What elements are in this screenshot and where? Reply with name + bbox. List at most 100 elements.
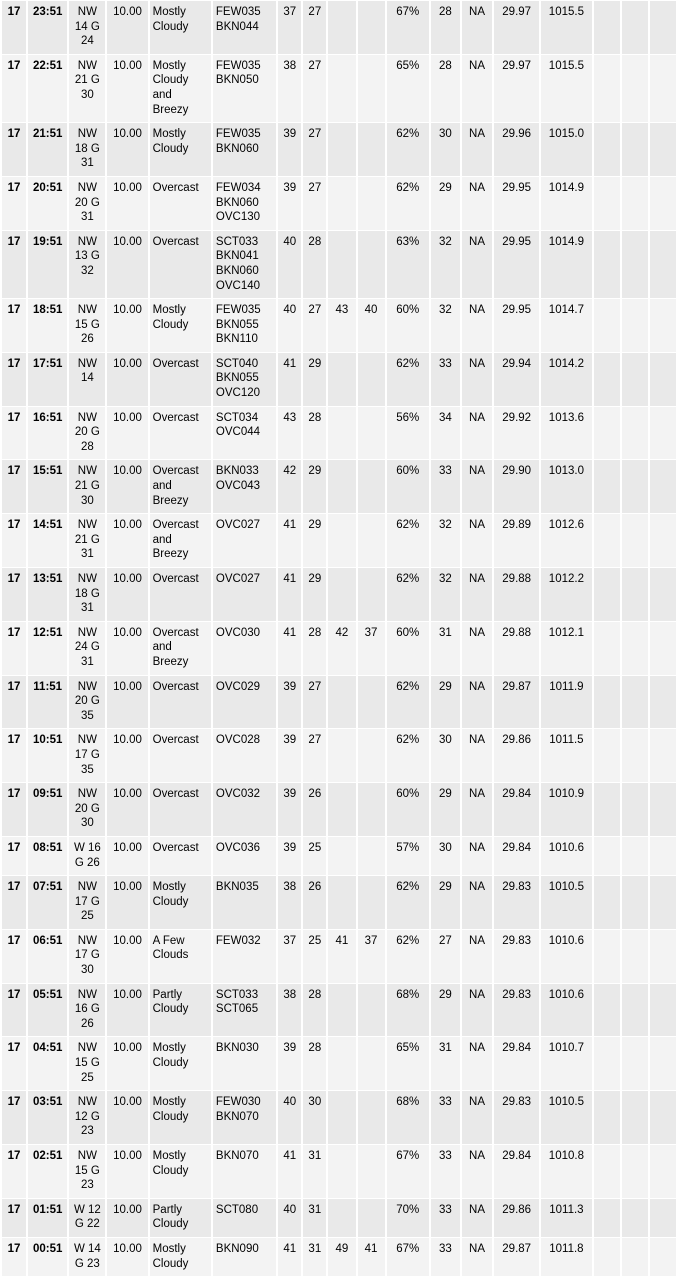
cell-wind: W 14 G 23 bbox=[69, 1237, 106, 1277]
cell-precip-6hr bbox=[649, 123, 676, 176]
cell-dewpoint: 27 bbox=[303, 675, 327, 729]
cell-visibility: 10.00 bbox=[107, 621, 148, 675]
cell-min-temp bbox=[357, 568, 385, 621]
cell-date: 17 bbox=[2, 783, 27, 836]
cell-weather: Mostly Cloudy and Breezy bbox=[149, 54, 211, 123]
cell-wind: NW 17 G 25 bbox=[69, 876, 106, 929]
cell-dewpoint: 27 bbox=[303, 176, 327, 230]
cell-date: 17 bbox=[2, 406, 27, 460]
table-row: 17 09:51 NW 20 G 30 10.00 Overcast OVC032 39 26… bbox=[2, 783, 676, 836]
cell-dewpoint: 28 bbox=[303, 406, 327, 460]
cell-heat-index: NA bbox=[461, 1237, 493, 1277]
cell-wind: NW 17 G 35 bbox=[69, 729, 106, 783]
cell-sky-condition: FEW035 BKN044 bbox=[212, 1, 277, 54]
cell-precip-3hr bbox=[621, 621, 648, 675]
cell-visibility: 10.00 bbox=[107, 1091, 148, 1144]
cell-precip-1hr bbox=[593, 514, 620, 567]
cell-relative-humidity: 62% bbox=[386, 176, 429, 230]
cell-wind: NW 21 G 31 bbox=[69, 514, 106, 567]
cell-altimeter: 29.84 bbox=[494, 783, 540, 836]
cell-altimeter: 29.95 bbox=[494, 230, 540, 299]
cell-max-temp bbox=[328, 983, 356, 1037]
cell-sea-level-pressure: 1011.9 bbox=[541, 675, 592, 729]
cell-wind-chill: 29 bbox=[430, 783, 460, 836]
cell-altimeter: 29.84 bbox=[494, 1145, 540, 1198]
cell-wind-chill: 29 bbox=[430, 176, 460, 230]
cell-weather: Overcast bbox=[149, 675, 211, 729]
cell-weather: Overcast bbox=[149, 836, 211, 876]
cell-weather: Partly Cloudy bbox=[149, 1198, 211, 1237]
cell-dewpoint: 29 bbox=[303, 460, 327, 514]
cell-precip-6hr bbox=[649, 568, 676, 621]
cell-altimeter: 29.89 bbox=[494, 514, 540, 567]
cell-time: 02:51 bbox=[28, 1145, 68, 1198]
cell-sea-level-pressure: 1014.7 bbox=[541, 299, 592, 352]
cell-max-temp bbox=[328, 1145, 356, 1198]
cell-air-temperature: 39 bbox=[278, 176, 302, 230]
cell-relative-humidity: 67% bbox=[386, 1, 429, 54]
cell-dewpoint: 28 bbox=[303, 230, 327, 299]
cell-precip-1hr bbox=[593, 836, 620, 876]
cell-precip-1hr bbox=[593, 675, 620, 729]
cell-date: 17 bbox=[2, 230, 27, 299]
cell-date: 17 bbox=[2, 836, 27, 876]
cell-min-temp bbox=[357, 1198, 385, 1237]
cell-weather: Overcast and Breezy bbox=[149, 621, 211, 675]
cell-dewpoint: 31 bbox=[303, 1237, 327, 1277]
cell-visibility: 10.00 bbox=[107, 299, 148, 352]
cell-dewpoint: 27 bbox=[303, 123, 327, 176]
cell-dewpoint: 31 bbox=[303, 1198, 327, 1237]
cell-precip-3hr bbox=[621, 1037, 648, 1091]
cell-altimeter: 29.95 bbox=[494, 299, 540, 352]
cell-date: 17 bbox=[2, 460, 27, 514]
cell-date: 17 bbox=[2, 1198, 27, 1237]
cell-dewpoint: 27 bbox=[303, 299, 327, 352]
cell-visibility: 10.00 bbox=[107, 176, 148, 230]
cell-heat-index: NA bbox=[461, 929, 493, 983]
cell-max-temp bbox=[328, 514, 356, 567]
cell-relative-humidity: 67% bbox=[386, 1237, 429, 1277]
cell-wind: NW 20 G 35 bbox=[69, 675, 106, 729]
cell-wind-chill: 31 bbox=[430, 621, 460, 675]
cell-heat-index: NA bbox=[461, 460, 493, 514]
cell-precip-3hr bbox=[621, 729, 648, 783]
cell-relative-humidity: 62% bbox=[386, 729, 429, 783]
cell-heat-index: NA bbox=[461, 406, 493, 460]
cell-max-temp bbox=[328, 568, 356, 621]
cell-air-temperature: 40 bbox=[278, 1198, 302, 1237]
cell-max-temp: 41 bbox=[328, 929, 356, 983]
cell-time: 22:51 bbox=[28, 54, 68, 123]
cell-min-temp bbox=[357, 1, 385, 54]
cell-sky-condition: SCT033 SCT065 bbox=[212, 983, 277, 1037]
cell-max-temp bbox=[328, 836, 356, 876]
table-row: 17 15:51 NW 21 G 30 10.00 Overcast and Breez… bbox=[2, 460, 676, 514]
cell-weather: Mostly Cloudy bbox=[149, 123, 211, 176]
cell-relative-humidity: 67% bbox=[386, 1145, 429, 1198]
cell-min-temp bbox=[357, 836, 385, 876]
table-row: 17 08:51 W 16 G 26 10.00 Overcast OVC036 39 25 5… bbox=[2, 836, 676, 876]
cell-min-temp: 41 bbox=[357, 1237, 385, 1277]
cell-time: 06:51 bbox=[28, 929, 68, 983]
cell-altimeter: 29.83 bbox=[494, 929, 540, 983]
cell-precip-1hr bbox=[593, 1037, 620, 1091]
cell-precip-1hr bbox=[593, 1237, 620, 1277]
cell-time: 03:51 bbox=[28, 1091, 68, 1144]
cell-date: 17 bbox=[2, 929, 27, 983]
cell-precip-6hr bbox=[649, 54, 676, 123]
cell-visibility: 10.00 bbox=[107, 1145, 148, 1198]
cell-air-temperature: 41 bbox=[278, 621, 302, 675]
cell-dewpoint: 29 bbox=[303, 514, 327, 567]
cell-precip-1hr bbox=[593, 123, 620, 176]
cell-max-temp: 42 bbox=[328, 621, 356, 675]
cell-dewpoint: 31 bbox=[303, 1145, 327, 1198]
cell-precip-3hr bbox=[621, 836, 648, 876]
cell-air-temperature: 40 bbox=[278, 299, 302, 352]
cell-wind: NW 17 G 30 bbox=[69, 929, 106, 983]
table-row: 17 14:51 NW 21 G 31 10.00 Overcast and Breez… bbox=[2, 514, 676, 567]
cell-dewpoint: 27 bbox=[303, 1, 327, 54]
cell-precip-1hr bbox=[593, 54, 620, 123]
cell-wind-chill: 32 bbox=[430, 299, 460, 352]
cell-precip-1hr bbox=[593, 176, 620, 230]
cell-max-temp bbox=[328, 123, 356, 176]
table-row: 17 19:51 NW 13 G 32 10.00 Overcast SCT033 BKN… bbox=[2, 230, 676, 299]
